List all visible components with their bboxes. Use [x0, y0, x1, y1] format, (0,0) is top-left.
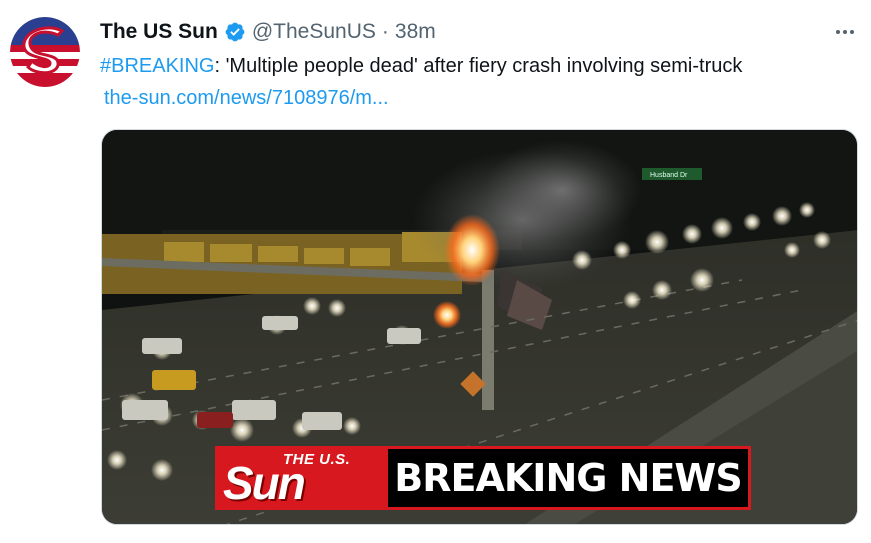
- banner-logo-big: Sun: [223, 457, 306, 509]
- article-link[interactable]: the-sun.com/news/7108976/m...: [104, 84, 389, 112]
- tweet-header: The US Sun @TheSunUS · 38m: [100, 18, 436, 46]
- highway-sign-text: Husband Dr: [650, 172, 688, 179]
- separator: ·: [381, 20, 389, 43]
- timestamp[interactable]: 38m: [395, 20, 436, 44]
- display-name[interactable]: The US Sun: [100, 20, 218, 44]
- verified-badge-icon: [224, 21, 246, 43]
- tweet-body: : 'Multiple people dead' after fiery cra…: [214, 55, 743, 77]
- tweet-text: #BREAKING: 'Multiple people dead' after …: [100, 52, 742, 80]
- more-options-icon[interactable]: [833, 22, 857, 42]
- avatar[interactable]: [10, 17, 80, 87]
- hashtag-link[interactable]: #BREAKING: [100, 55, 214, 77]
- breaking-news-banner: THE U.S. Sun BREAKING NEWS: [215, 446, 751, 510]
- banner-text: BREAKING NEWS: [385, 446, 751, 510]
- handle[interactable]: @TheSunUS: [252, 20, 376, 44]
- sun-banner-logo: THE U.S. Sun: [215, 446, 385, 510]
- tweet-media-image[interactable]: Husband Dr THE U.S. Sun BREAKING NEWS: [101, 129, 858, 525]
- sun-logo-icon: [10, 17, 80, 87]
